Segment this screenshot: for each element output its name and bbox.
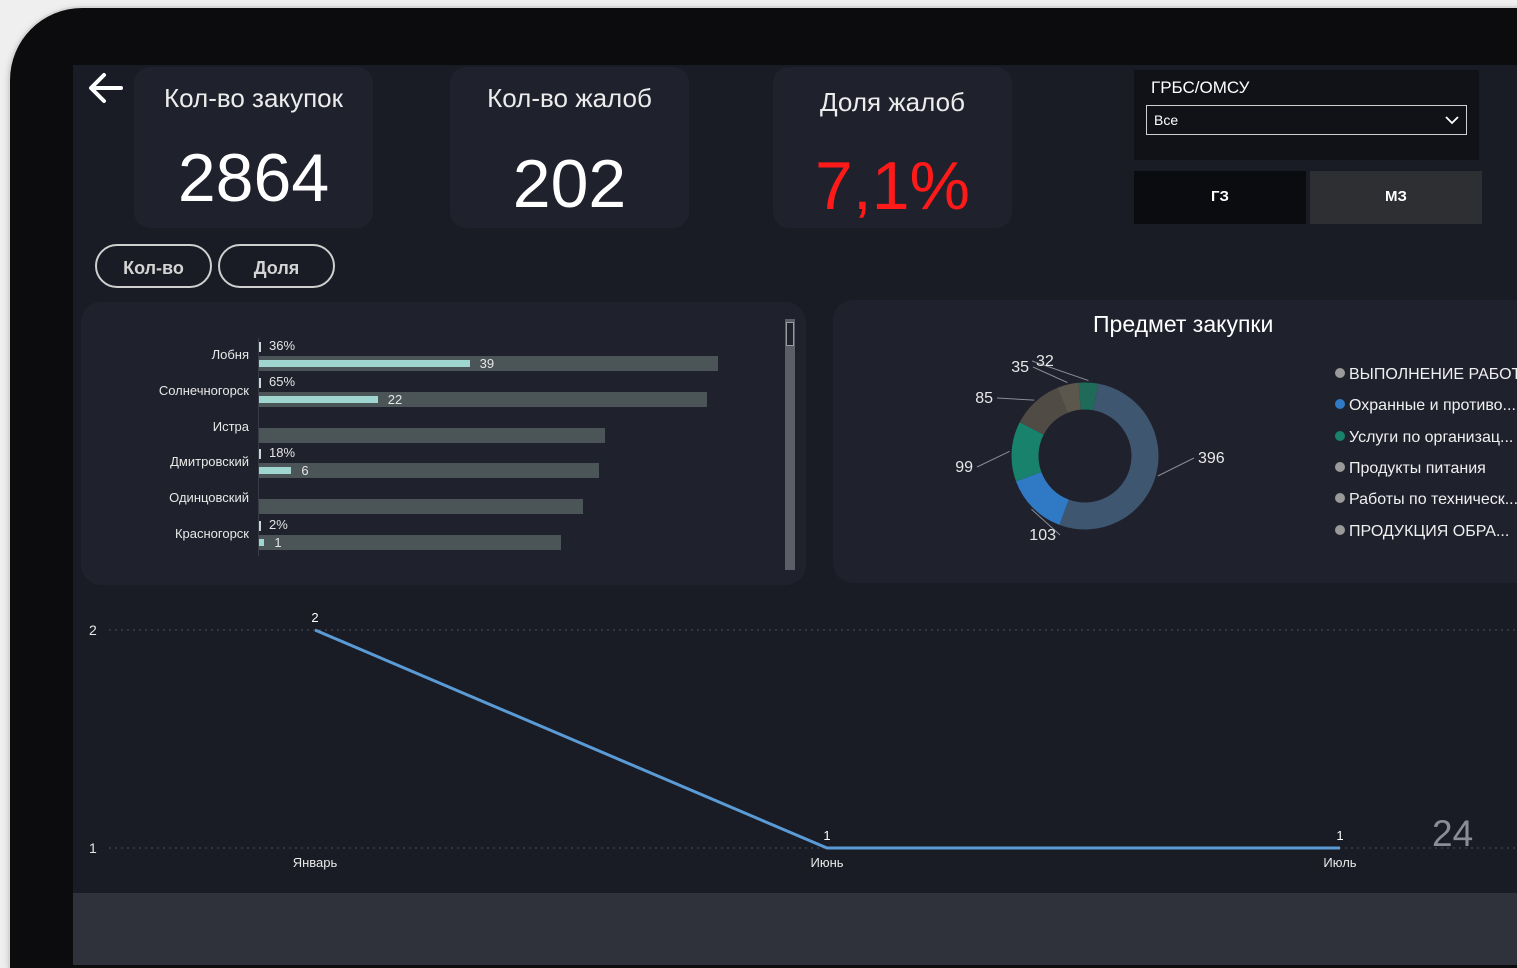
- y-tick-label: 2: [89, 622, 97, 638]
- share-tick: [259, 377, 261, 388]
- back-arrow-icon[interactable]: [87, 71, 125, 105]
- filter-label: ГРБС/ОМСУ: [1151, 78, 1250, 97]
- bar-total[interactable]: [259, 427, 605, 443]
- kpi-card-complaints: Кол-во жалоб 202: [450, 67, 689, 228]
- bar-complaints[interactable]: [259, 395, 378, 403]
- legend-label: ПРОДУКЦИЯ ОБРА...: [1349, 522, 1510, 540]
- kpi-card-purchases: Кол-во закупок 2864: [134, 67, 373, 228]
- point-value-label: 1: [1336, 828, 1343, 843]
- page-number: 24: [1432, 813, 1474, 854]
- kpi-title: Кол-во жалоб: [487, 83, 652, 113]
- scrollbar-track[interactable]: [785, 319, 795, 570]
- scrollbar-thumb[interactable]: [786, 322, 794, 346]
- series-line[interactable]: [314, 628, 1340, 850]
- bar-complaints[interactable]: [259, 467, 292, 475]
- tablet-frame: Кол-во закупок 2864 Кол-во жалоб 202 Дол…: [10, 8, 1517, 968]
- bar-total[interactable]: [259, 499, 583, 515]
- legend-label: Работы по техническ...: [1349, 491, 1517, 509]
- legend-dot: [1335, 368, 1345, 378]
- legend-item[interactable]: ВЫПОЛНЕНИЕ РАБОТ: [1335, 366, 1517, 384]
- kpi-title: Доля жалоб: [820, 87, 965, 117]
- kpi-value: 2864: [177, 140, 330, 216]
- legend-dot: [1335, 493, 1345, 504]
- legend-dot: [1335, 399, 1345, 410]
- kpi-title: Кол-во закупок: [163, 83, 344, 113]
- bar-complaints[interactable]: [259, 539, 265, 546]
- legend-dot: [1335, 461, 1345, 472]
- point-value-label: 2: [311, 610, 318, 625]
- tab-gz-label: ГЗ: [1211, 188, 1229, 205]
- share-tick: [259, 449, 261, 460]
- point-value-label: 1: [823, 828, 830, 843]
- monthly-line-chart: 1 2 2 Январь 1 Июнь 1 Июль: [89, 610, 1517, 870]
- legend-item[interactable]: Услуги по организац...: [1335, 429, 1513, 447]
- x-tick-label: Июль: [1323, 855, 1356, 870]
- legend-label: Услуги по организац...: [1349, 428, 1514, 446]
- share-label: 18%: [269, 445, 296, 461]
- legend-label: Охранные и противо...: [1349, 397, 1516, 415]
- share-label: 36%: [269, 338, 296, 353]
- legend-label: ВЫПОЛНЕНИЕ РАБОТ: [1349, 366, 1517, 383]
- legend-dot: [1335, 524, 1345, 535]
- share-label: 65%: [269, 373, 296, 389]
- filter-selected-value: Все: [1154, 112, 1179, 128]
- chevron-down-icon: [1445, 116, 1459, 125]
- toggle-share-button[interactable]: Доля: [218, 244, 335, 288]
- kpi-value: 202: [512, 146, 627, 222]
- y-tick-label: 1: [89, 840, 97, 856]
- legend-item[interactable]: Работы по техническ...: [1335, 491, 1517, 509]
- bar-total[interactable]: [259, 535, 562, 550]
- donut-legend: ВЫПОЛНЕНИЕ РАБОТ Охранные и противо... Усл…: [833, 300, 1517, 583]
- subject-donut-card: Предмет закупки 396 103 99 85 35 32 ВЫПОЛНЕНИ…: [833, 300, 1517, 583]
- bar-value-label: 1: [274, 535, 282, 550]
- bar-rows: 39 36% 22 65% 6 18% 1 2%: [81, 302, 806, 585]
- bar-complaints[interactable]: [259, 360, 470, 367]
- district-bar-chart: Лобня Солнечногорск Истра Дмитровский Од…: [81, 302, 806, 585]
- bar-value-label: 22: [387, 391, 403, 407]
- filter-panel: ГРБС/ОМСУ Все: [1134, 70, 1479, 160]
- legend-dot: [1335, 430, 1345, 441]
- filter-dropdown[interactable]: Все: [1146, 105, 1467, 135]
- share-tick: [259, 521, 261, 531]
- tab-mz[interactable]: МЗ: [1310, 171, 1482, 224]
- x-tick-label: Январь: [293, 855, 338, 870]
- dashboard-screen: Кол-во закупок 2864 Кол-во жалоб 202 Дол…: [73, 65, 1517, 965]
- toggle-count-button[interactable]: Кол-во: [95, 244, 212, 288]
- bar-total[interactable]: [259, 463, 600, 479]
- tab-gz[interactable]: ГЗ: [1134, 171, 1306, 224]
- legend-item[interactable]: Продукты питания: [1335, 460, 1486, 478]
- legend-item[interactable]: Охранные и противо...: [1335, 397, 1516, 415]
- share-tick: [259, 342, 261, 352]
- kpi-value: 7,1%: [815, 148, 970, 224]
- bar-value-label: 39: [479, 356, 495, 371]
- bottom-bar: [73, 893, 1517, 965]
- legend-label: Продукты питания: [1349, 459, 1486, 477]
- share-label: 2%: [269, 517, 288, 532]
- x-tick-label: Июнь: [810, 855, 843, 870]
- tab-mz-label: МЗ: [1385, 188, 1407, 205]
- legend-item[interactable]: ПРОДУКЦИЯ ОБРА...: [1335, 523, 1509, 541]
- kpi-card-complaint-share: Доля жалоб 7,1%: [773, 67, 1012, 228]
- bar-value-label: 6: [301, 463, 309, 479]
